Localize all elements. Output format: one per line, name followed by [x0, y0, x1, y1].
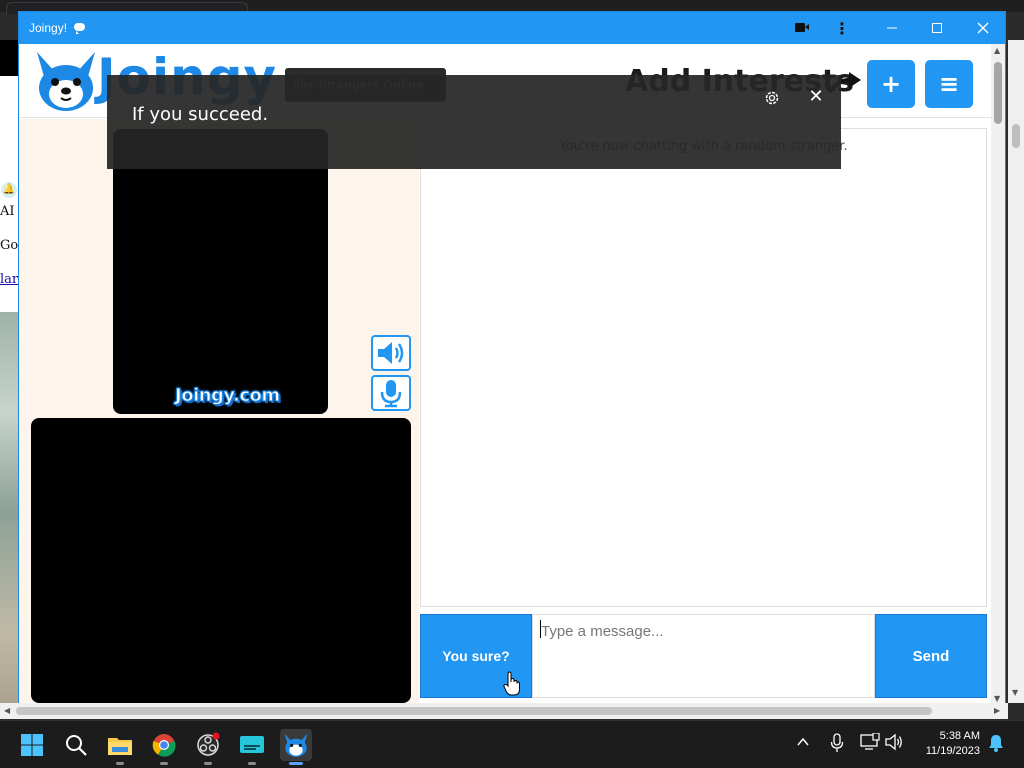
page-scroll-down-icon[interactable]: ▼: [1012, 688, 1018, 697]
toast-close-icon[interactable]: ✕: [806, 87, 826, 107]
start-button[interactable]: [16, 729, 48, 761]
notification-bell-icon[interactable]: [988, 734, 1004, 752]
taskbar-chrome[interactable]: [148, 729, 180, 765]
close-icon: [977, 22, 989, 34]
bell-icon: 🔔: [1, 182, 17, 198]
scroll-right-icon[interactable]: ▶: [994, 706, 1000, 715]
minimize-button[interactable]: [872, 12, 912, 44]
stranger-video: Joingy.com: [113, 129, 328, 414]
search-icon: [66, 735, 87, 756]
taskbar-file-explorer[interactable]: [104, 729, 136, 765]
hand-cursor-icon: [503, 671, 520, 696]
taskbar-screen-app[interactable]: [236, 729, 268, 765]
maximize-icon: [932, 23, 942, 33]
window-scroll-thumb[interactable]: [994, 62, 1002, 124]
add-interests-button[interactable]: +: [867, 60, 915, 108]
microphone-tray-icon[interactable]: [830, 733, 844, 753]
screen-app-icon: [240, 736, 264, 753]
maximize-button[interactable]: [917, 12, 957, 44]
camera-icon[interactable]: [795, 23, 809, 32]
taskbar-obs[interactable]: [192, 729, 224, 765]
taskbar-search-button[interactable]: [60, 729, 92, 761]
taskbar: 5:38 AM 11/19/2023: [0, 720, 1024, 768]
notification-toast[interactable]: If you succeed. ✕: [107, 75, 841, 169]
show-hidden-icons-chevron-up-icon[interactable]: [797, 735, 809, 751]
minimize-icon: [887, 27, 897, 29]
self-video: [31, 418, 411, 703]
background-text: AI t: [0, 204, 18, 219]
obs-icon: [197, 732, 220, 756]
chat-log[interactable]: You're now chatting with a random strang…: [420, 128, 987, 607]
scroll-up-icon[interactable]: ▲: [994, 46, 1000, 55]
gear-icon[interactable]: [763, 89, 781, 107]
system-clock[interactable]: 5:38 AM 11/19/2023: [912, 729, 980, 759]
speaker-button[interactable]: [371, 335, 411, 371]
horizontal-scroll-thumb[interactable]: [16, 707, 932, 715]
bunny-logo-icon[interactable]: [33, 50, 99, 112]
taskbar-joingy[interactable]: [280, 729, 312, 765]
message-input[interactable]: [532, 614, 875, 698]
chrome-icon: [152, 734, 176, 757]
background-image: [0, 312, 18, 708]
title-bar[interactable]: Joingy! ⋮: [19, 12, 1005, 44]
network-icon[interactable]: [860, 733, 880, 751]
joingy-app-icon: [284, 733, 308, 757]
chat-bubble-icon: [74, 23, 85, 34]
clock-date: 11/19/2023: [925, 745, 980, 757]
microphone-icon: [380, 380, 402, 408]
video-watermark: Joingy.com: [175, 385, 281, 407]
window-scrollbar[interactable]: ▲ ▼: [991, 44, 1005, 707]
send-button[interactable]: Send: [875, 614, 987, 698]
scroll-down-icon[interactable]: ▼: [994, 694, 1000, 703]
background-link[interactable]: lar: [0, 272, 18, 287]
page-scroll-thumb[interactable]: [1012, 124, 1020, 148]
speaker-icon: [378, 342, 404, 364]
close-button[interactable]: [963, 12, 1003, 44]
windows-start-icon: [21, 734, 43, 756]
file-explorer-icon: [108, 738, 132, 755]
window-title: Joingy!: [29, 21, 68, 35]
background-toolbar: [0, 40, 18, 78]
text-caret: [540, 620, 541, 638]
scroll-left-icon[interactable]: ◀: [4, 706, 10, 715]
more-options-icon[interactable]: ⋮: [822, 12, 862, 44]
background-page: 🔔 AI t Goo lar: [0, 76, 18, 708]
horizontal-scrollbar[interactable]: ◀ ▶: [0, 703, 1008, 719]
clock-time: 5:38 AM: [939, 730, 980, 742]
volume-icon[interactable]: [884, 733, 904, 751]
toast-message: If you succeed.: [132, 104, 269, 125]
microphone-button[interactable]: [371, 375, 411, 411]
page-scrollbar[interactable]: ▼: [1008, 40, 1024, 703]
menu-button[interactable]: ≡: [925, 60, 973, 108]
video-panel: Joingy.com: [19, 119, 419, 707]
background-text: Goo: [0, 238, 18, 253]
